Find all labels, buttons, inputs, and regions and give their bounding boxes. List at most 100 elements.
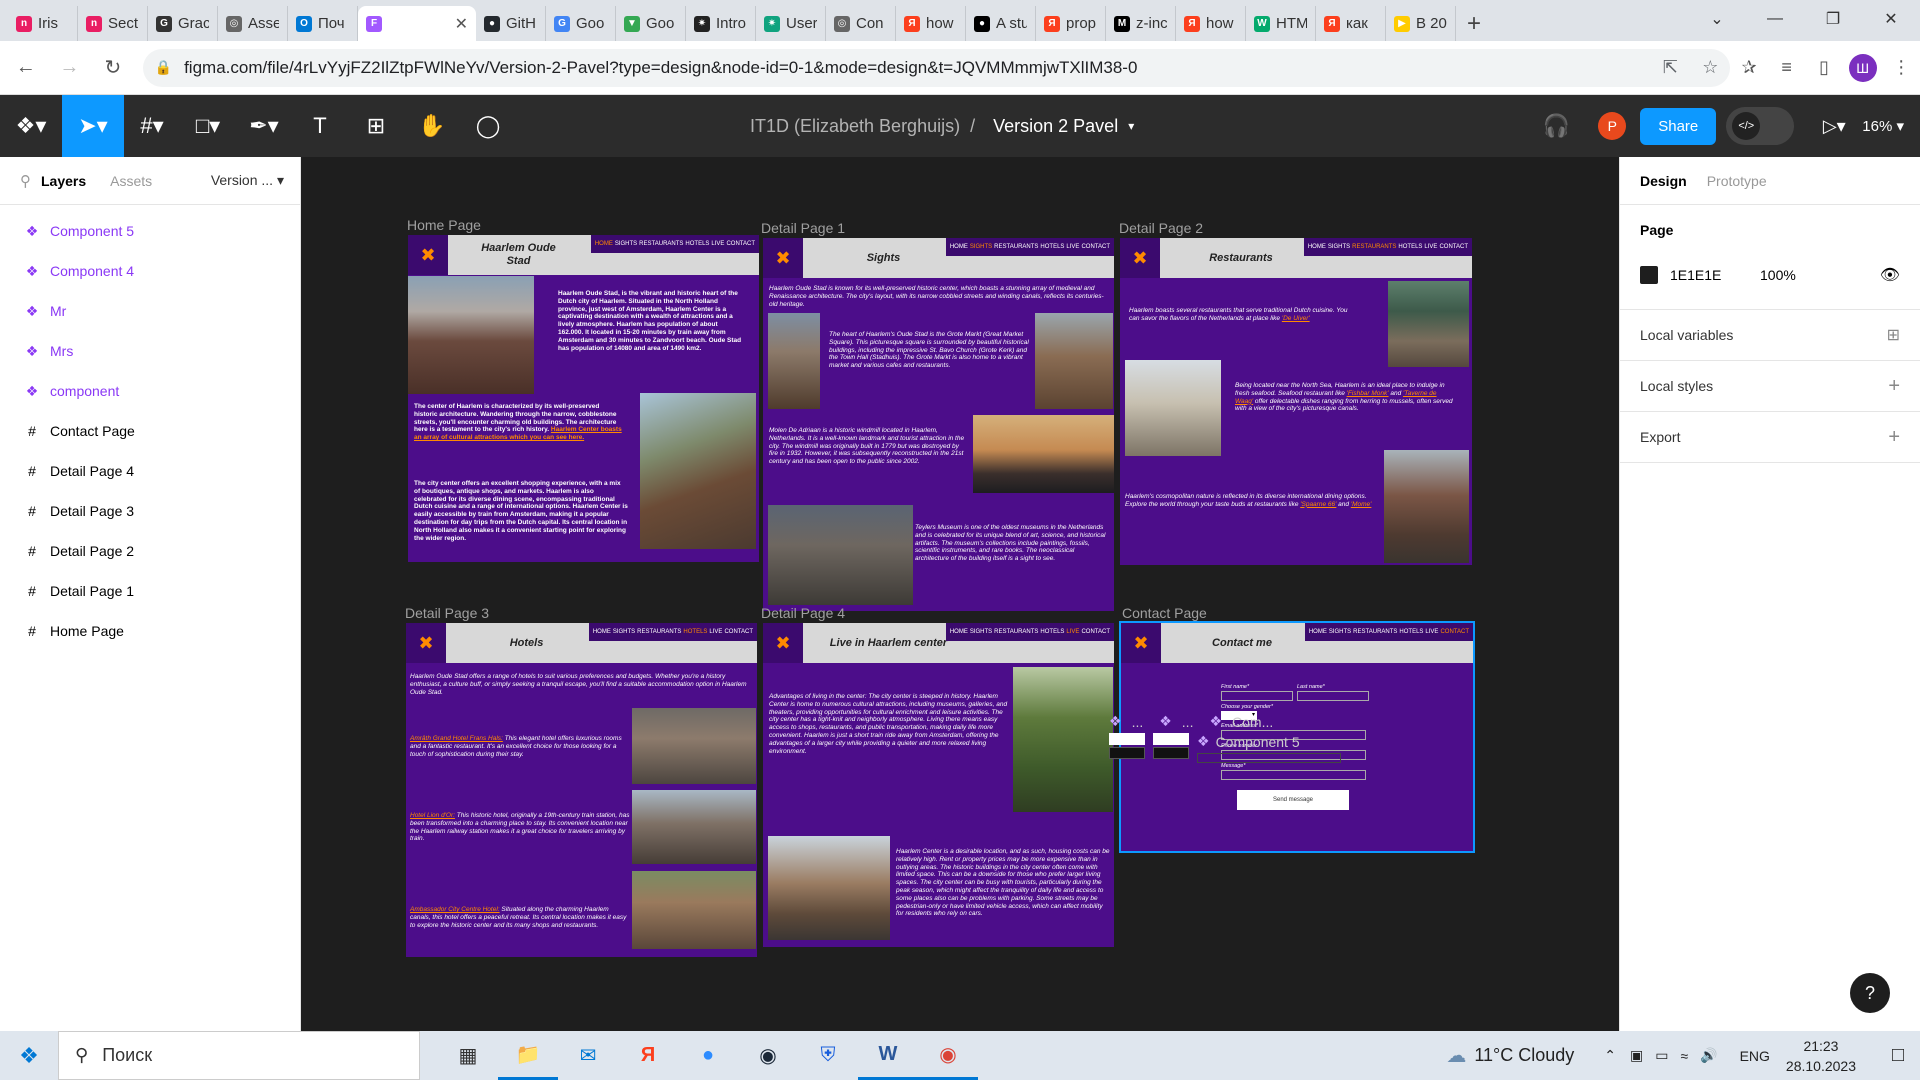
component-5-label[interactable]: Component 5	[1216, 734, 1300, 750]
layer-item[interactable]: # Detail Page 1	[0, 571, 300, 611]
chevron-down-icon[interactable]: ▾	[1128, 119, 1134, 133]
omnibox[interactable]: 🔒 figma.com/file/4rLvYyjFZ2IlZtpFWlNeYv/…	[142, 48, 1731, 87]
yandex-browser-icon[interactable]: Я	[618, 1031, 678, 1080]
chrome-icon[interactable]: ◉	[918, 1031, 978, 1080]
frame-label-contact[interactable]: Contact Page	[1122, 605, 1207, 621]
local-styles-label[interactable]: Local styles	[1640, 378, 1713, 394]
layer-item[interactable]: ❖ Component 5	[0, 211, 300, 251]
browser-tab[interactable]: n Sect	[78, 6, 148, 41]
browser-tab[interactable]: O Поч	[288, 6, 358, 41]
link-spaarne-66[interactable]: 'Spaarne 66'	[1300, 501, 1336, 508]
taskbar-search[interactable]: ⚲ Поиск	[58, 1031, 420, 1080]
bitwarden-icon[interactable]: ⛨	[798, 1031, 858, 1080]
browser-tab[interactable]: ● A stu	[966, 6, 1036, 41]
share-page-icon[interactable]: ⇱	[1650, 57, 1690, 78]
link-ambassador[interactable]: Ambassador City Centre Hotel:	[410, 906, 500, 913]
site-nav-item[interactable]: LIVE	[711, 241, 724, 247]
browser-tab[interactable]: W HTM	[1246, 6, 1316, 41]
add-style-icon[interactable]: +	[1888, 375, 1900, 398]
browser-tab[interactable]: ✷ Intro	[686, 6, 756, 41]
export-label[interactable]: Export	[1640, 429, 1680, 445]
side-panel-icon[interactable]: ▯	[1805, 49, 1843, 87]
reload-icon[interactable]: ↻	[95, 50, 131, 86]
close-window-icon[interactable]: ✕	[1862, 0, 1920, 38]
design-canvas[interactable]: Home Page ✖ Haarlem Oude Stad HOME SIGHTS…	[301, 157, 1619, 1031]
browser-tab[interactable]: Яhow	[1176, 6, 1246, 41]
add-export-icon[interactable]: +	[1888, 426, 1900, 449]
site-nav-item[interactable]: RESTAURANTS	[1352, 244, 1396, 250]
component-dropdown-4[interactable]	[1153, 747, 1189, 759]
volume-icon[interactable]: 🔊	[1700, 1047, 1717, 1064]
browser-tab[interactable]: Яprop	[1036, 6, 1106, 41]
frame-tool-icon[interactable]: #▾	[124, 95, 180, 157]
tab-prototype[interactable]: Prototype	[1707, 173, 1767, 189]
site-nav-item[interactable]: CONTACT	[724, 629, 753, 635]
site-nav-item[interactable]: HOME	[1309, 629, 1327, 635]
forward-icon[interactable]: →	[52, 50, 88, 86]
windows-start-icon[interactable]: ❖	[0, 1031, 58, 1080]
browser-tab[interactable]: Яhow	[896, 6, 966, 41]
browser-tab[interactable]: ▼ Goo	[616, 6, 686, 41]
new-tab-icon[interactable]: +	[1456, 6, 1492, 41]
site-nav-item[interactable]: LIVE	[1425, 629, 1438, 635]
frame-label-sights[interactable]: Detail Page 1	[761, 220, 845, 236]
extensions-icon[interactable]: ✰	[1730, 49, 1768, 87]
frame-label-restaurants[interactable]: Detail Page 2	[1119, 220, 1203, 236]
tab-design[interactable]: Design	[1640, 173, 1687, 189]
file-name[interactable]: IT1D (Elizabeth Berghuijs) / Version 2 P…	[750, 95, 1134, 157]
file-project[interactable]: IT1D (Elizabeth Berghuijs)	[750, 116, 960, 137]
layer-item[interactable]: ❖ Mr	[0, 291, 300, 331]
layer-item[interactable]: # Home Page	[0, 611, 300, 651]
layer-item[interactable]: # Detail Page 3	[0, 491, 300, 531]
move-tool-icon[interactable]: ➤▾	[62, 95, 124, 157]
browser-tab[interactable]: Mz-inc	[1106, 6, 1176, 41]
help-button[interactable]: ?	[1850, 973, 1890, 1013]
page-opacity[interactable]: 100%	[1760, 267, 1880, 283]
frame-label-home[interactable]: Home Page	[407, 217, 481, 233]
tab-layers[interactable]: Layers	[41, 173, 86, 189]
browser-tab[interactable]: ◎ Con	[826, 6, 896, 41]
lock-icon[interactable]: 🔒	[155, 59, 172, 76]
bookmark-star-icon[interactable]: ☆	[1690, 57, 1730, 78]
weather-text[interactable]: 11°C Cloudy	[1474, 1045, 1574, 1066]
component-dropdown-1[interactable]	[1109, 733, 1145, 745]
browser-menu-icon[interactable]: ⋮	[1883, 49, 1920, 87]
site-nav-item[interactable]: HOTELS	[683, 629, 707, 635]
layer-item[interactable]: ❖ Component 4	[0, 251, 300, 291]
file-version[interactable]: Version 2 Pavel	[993, 116, 1118, 137]
task-view-icon[interactable]: ▦	[438, 1031, 498, 1080]
search-icon[interactable]: ⚲	[20, 172, 31, 190]
share-button[interactable]: Share	[1640, 107, 1717, 145]
frame-home-page[interactable]: ✖ Haarlem Oude Stad HOME SIGHTS RESTAURANT…	[408, 235, 759, 562]
hand-tool-icon[interactable]: ✋	[404, 95, 460, 157]
site-nav-item[interactable]: CONTACT	[726, 241, 755, 247]
url-text[interactable]: figma.com/file/4rLvYyjFZ2IlZtpFWlNeYv/Ve…	[184, 58, 1650, 78]
page-color-swatch[interactable]	[1640, 266, 1658, 284]
last-name-input[interactable]	[1297, 691, 1369, 701]
site-nav-item[interactable]: LIVE	[1066, 629, 1079, 635]
local-variables-label[interactable]: Local variables	[1640, 327, 1733, 343]
present-icon[interactable]: ▷▾	[1814, 95, 1854, 157]
dev-mode-toggle[interactable]: </>	[1726, 107, 1795, 145]
figma-menu-icon[interactable]: ❖▾	[0, 95, 62, 157]
site-nav-item[interactable]: CONTACT	[1439, 244, 1468, 250]
site-nav-item[interactable]: LIVE	[1066, 244, 1079, 250]
page-color-row[interactable]: 1E1E1E 100% 👁	[1640, 255, 1900, 295]
comment-tool-icon[interactable]: ◯	[460, 95, 516, 157]
shape-tool-icon[interactable]: □▾	[180, 95, 236, 157]
site-nav-item[interactable]: HOTELS	[1399, 629, 1423, 635]
clock[interactable]: 21:23 28.10.2023	[1786, 1036, 1856, 1076]
file-explorer-icon[interactable]: 📁	[498, 1031, 558, 1080]
browser-tab[interactable]: ✷ User	[756, 6, 826, 41]
tab-search-icon[interactable]: ⌄	[1688, 0, 1746, 38]
layer-item[interactable]: # Detail Page 2	[0, 531, 300, 571]
site-nav-item[interactable]: HOME	[950, 629, 968, 635]
site-nav-item[interactable]: LIVE	[709, 629, 722, 635]
resources-tool-icon[interactable]: ⊞	[348, 95, 404, 157]
site-nav-item[interactable]: CONTACT	[1081, 244, 1110, 250]
layer-item[interactable]: ❖ component	[0, 371, 300, 411]
site-nav-item[interactable]: SIGHTS	[970, 629, 992, 635]
first-name-input[interactable]	[1221, 691, 1293, 701]
site-nav-item[interactable]: HOTELS	[1040, 244, 1064, 250]
site-nav-item[interactable]: CONTACT	[1440, 629, 1469, 635]
